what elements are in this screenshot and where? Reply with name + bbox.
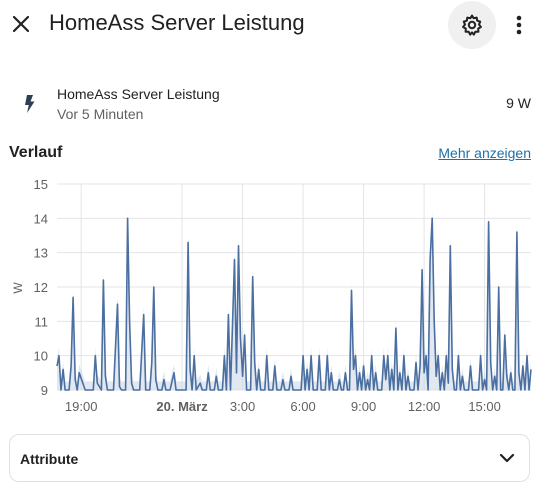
- y-tick-label: 12: [34, 280, 48, 295]
- show-more-link[interactable]: Mehr anzeigen: [438, 145, 531, 161]
- dialog-header: HomeAss Server Leistung: [0, 0, 547, 52]
- y-axis-label: W: [11, 282, 25, 294]
- x-tick-label: 6:00: [290, 399, 315, 414]
- attributes-label: Attribute: [20, 451, 79, 467]
- entity-state: 9 W: [506, 95, 531, 111]
- gear-icon: [462, 14, 482, 36]
- more-menu-button[interactable]: [505, 10, 533, 40]
- entity-name: HomeAss Server Leistung: [57, 86, 220, 102]
- y-tick-label: 14: [34, 211, 48, 226]
- y-tick-label: 11: [35, 314, 49, 329]
- entity-last-changed: Vor 5 Minuten: [57, 106, 144, 122]
- lightning-bolt-icon: [25, 95, 35, 113]
- y-tick-label: 10: [34, 349, 48, 364]
- x-tick-label: 15:00: [468, 399, 501, 414]
- more-vertical-icon: [516, 15, 522, 35]
- x-tick-label: 9:00: [351, 399, 376, 414]
- x-tick-label: 12:00: [408, 399, 441, 414]
- close-icon: [12, 15, 30, 33]
- entity-row: HomeAss Server Leistung Vor 5 Minuten 9 …: [0, 80, 547, 130]
- close-button[interactable]: [6, 6, 36, 42]
- y-tick-label: 9: [41, 383, 48, 398]
- x-tick-label: 20. März: [156, 399, 208, 414]
- y-tick-label: 13: [34, 246, 48, 261]
- y-tick-label: 15: [34, 177, 48, 192]
- dialog-title: HomeAss Server Leistung: [49, 10, 305, 35]
- x-tick-label: 19:00: [65, 399, 98, 414]
- history-title: Verlauf: [9, 144, 63, 161]
- x-tick-label: 3:00: [230, 399, 255, 414]
- chevron-down-icon: [499, 453, 515, 463]
- history-chart: 15 14 13 12 11 10 9 19:00 20. März 3:00 6:00 9:00 12…: [11, 177, 532, 414]
- settings-button[interactable]: [448, 1, 496, 49]
- attributes-expander[interactable]: Attribute: [9, 434, 530, 482]
